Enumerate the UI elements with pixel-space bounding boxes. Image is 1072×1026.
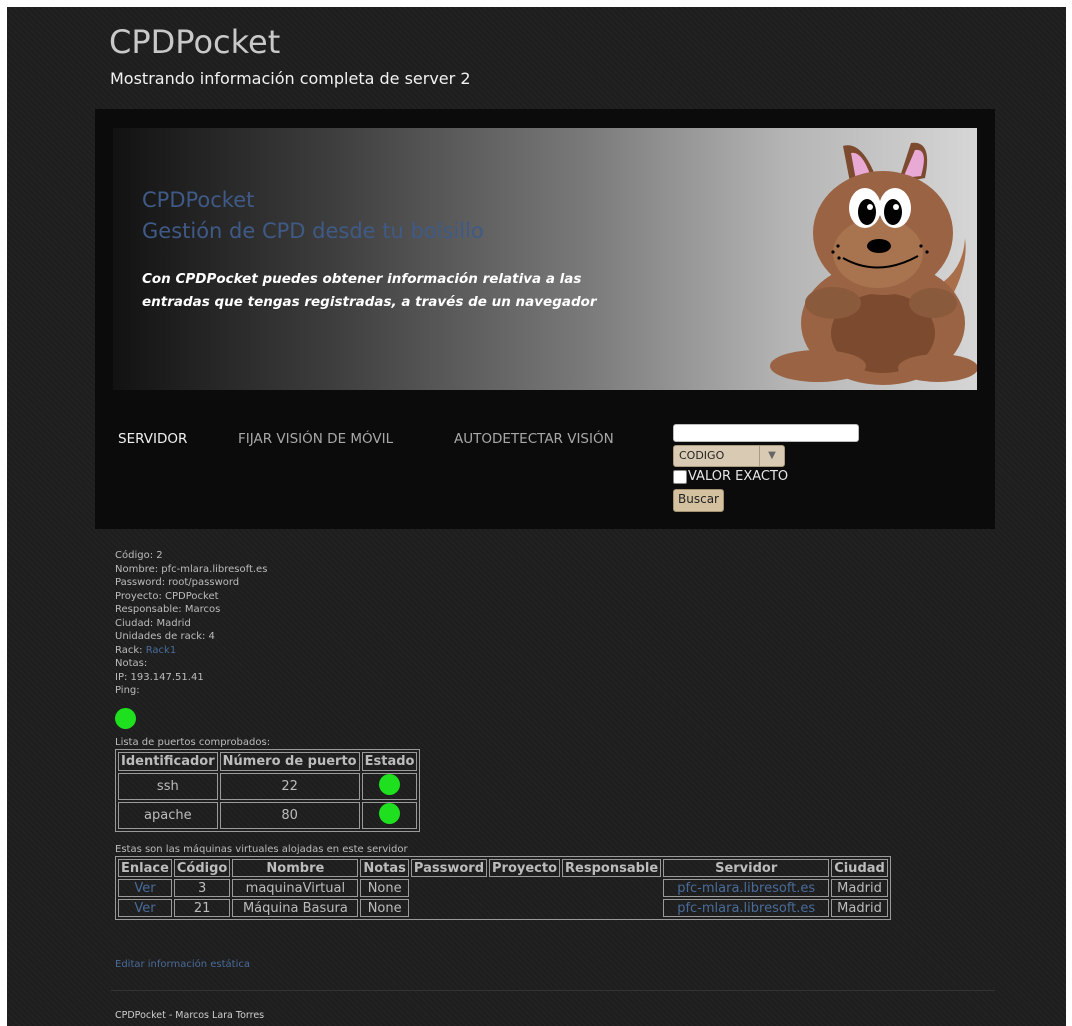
ping-status-icon — [115, 708, 136, 729]
server-ciudad: Ciudad: Madrid — [115, 617, 191, 629]
vms-header-notas: Notas — [360, 859, 409, 877]
search-field-selected: CODIGO — [679, 449, 725, 462]
vms-header-servidor: Servidor — [663, 859, 830, 877]
banner-title: CPDPocket — [142, 188, 255, 212]
banner: CPDPocket Gestión de CPD desde tu bolsil… — [113, 128, 977, 390]
vm-nombre: maquinaVirtual — [232, 879, 359, 897]
vm-proyecto — [489, 879, 560, 897]
server-notas: Notas: — [115, 658, 148, 669]
vm-codigo: 3 — [173, 879, 231, 897]
vm-ciudad: Madrid — [831, 899, 888, 917]
vms-header-nombre: Nombre — [232, 859, 359, 877]
port-identificador: ssh — [118, 773, 218, 800]
table-row: apache 80 — [118, 802, 418, 829]
vms-table: Enlace Código Nombre Notas Password Proy… — [115, 856, 891, 920]
page-subtitle: Mostrando información completa de server… — [110, 69, 471, 88]
port-numero: 22 — [219, 773, 360, 800]
vm-password — [411, 899, 487, 917]
vm-password — [411, 879, 487, 897]
search-button[interactable]: Buscar — [673, 489, 724, 512]
server-rack: Rack: Rack1 — [115, 644, 267, 658]
vm-ver-link[interactable]: Ver — [134, 901, 155, 916]
vm-codigo: 21 — [173, 899, 231, 917]
vms-header-password: Password — [410, 859, 488, 877]
vm-ver-link[interactable]: Ver — [134, 881, 155, 896]
vm-notas: None — [360, 879, 409, 897]
server-ping: Ping: — [115, 685, 140, 696]
nav-autodetectar-vision[interactable]: AUTODETECTAR VISIÓN — [454, 431, 614, 447]
ports-header-row: Identificador Número de puerto Estado — [118, 752, 418, 771]
vm-responsable — [562, 899, 661, 917]
vm-servidor-link[interactable]: pfc-mlara.libresoft.es — [677, 901, 815, 916]
status-ok-icon — [379, 774, 401, 795]
vm-proyecto — [489, 899, 560, 917]
server-responsable: Responsable: Marcos — [115, 604, 221, 615]
table-row: Ver 3 maquinaVirtual None pfc-mlara.libr… — [118, 879, 888, 897]
footer-divider — [111, 990, 995, 991]
kangaroo-mascot-image — [770, 142, 977, 385]
ports-caption: Lista de puertos comprobados: — [115, 737, 271, 748]
banner-description: Con CPDPocket puedes obtener información… — [142, 271, 597, 310]
search-field-select[interactable]: CODIGO ▼ — [673, 445, 785, 467]
chevron-down-icon: ▼ — [759, 446, 784, 466]
site-title: CPDPocket — [109, 23, 281, 61]
port-numero: 80 — [219, 802, 360, 829]
vms-header-proyecto: Proyecto — [489, 859, 561, 877]
server-password: Password: root/password — [115, 577, 240, 588]
nav-servidor[interactable]: SERVIDOR — [118, 431, 187, 447]
vm-servidor-link[interactable]: pfc-mlara.libresoft.es — [677, 881, 815, 896]
vm-enlace-cell: Ver — [118, 899, 172, 917]
edit-static-info-link[interactable]: Editar información estática — [115, 959, 250, 970]
port-identificador: apache — [118, 802, 218, 829]
vm-enlace-cell: Ver — [118, 879, 172, 897]
server-proyecto: Proyecto: CPDPocket — [115, 590, 219, 602]
table-row: ssh 22 — [118, 773, 418, 800]
table-row: Ver 21 Máquina Basura None pfc-mlara.lib… — [118, 899, 888, 917]
ports-table: Identificador Número de puerto Estado ss… — [115, 749, 421, 832]
status-ok-icon — [379, 803, 401, 824]
server-codigo: Código: 2 — [115, 550, 163, 561]
vms-header-ciudad: Ciudad — [831, 859, 888, 877]
vms-header-codigo: Código — [173, 859, 231, 877]
footer-text: CPDPocket - Marcos Lara Torres — [115, 1010, 265, 1021]
server-unidades-rack: Unidades de rack: 4 — [115, 631, 215, 642]
vm-servidor-cell: pfc-mlara.libresoft.es — [663, 899, 830, 917]
ports-header-numero: Número de puerto — [219, 752, 360, 771]
nav-fijar-vision-movil[interactable]: FIJAR VISIÓN DE MÓVIL — [238, 431, 393, 447]
port-estado — [361, 802, 418, 829]
ports-header-estado: Estado — [361, 752, 418, 771]
exact-value-checkbox[interactable] — [673, 470, 687, 484]
ports-header-identificador: Identificador — [118, 752, 218, 771]
vm-ciudad: Madrid — [831, 879, 888, 897]
banner-tagline: Gestión de CPD desde tu bolsillo — [142, 219, 484, 243]
server-info: Código: 2 Nombre: pfc-mlara.libresoft.es… — [115, 549, 267, 698]
vms-header-responsable: Responsable — [562, 859, 662, 877]
port-estado — [361, 773, 418, 800]
exact-value-label: VALOR EXACTO — [688, 469, 789, 484]
vms-header-row: Enlace Código Nombre Notas Password Proy… — [118, 859, 888, 877]
vm-servidor-cell: pfc-mlara.libresoft.es — [663, 879, 830, 897]
rack-label: Rack: — [115, 644, 146, 656]
vm-notas: None — [360, 899, 409, 917]
server-ip: IP: 193.147.51.41 — [115, 671, 204, 683]
vms-caption: Estas son las máquinas virtuales alojada… — [115, 844, 408, 855]
vms-header-enlace: Enlace — [118, 859, 172, 877]
page: CPDPocket Mostrando información completa… — [7, 7, 1066, 1026]
vm-responsable — [562, 879, 661, 897]
search-input[interactable] — [673, 424, 859, 442]
server-nombre: Nombre: pfc-mlara.libresoft.es — [115, 563, 268, 575]
rack-link[interactable]: Rack1 — [146, 645, 177, 656]
header-box: CPDPocket Gestión de CPD desde tu bolsil… — [95, 109, 995, 529]
vm-nombre: Máquina Basura — [232, 899, 359, 917]
